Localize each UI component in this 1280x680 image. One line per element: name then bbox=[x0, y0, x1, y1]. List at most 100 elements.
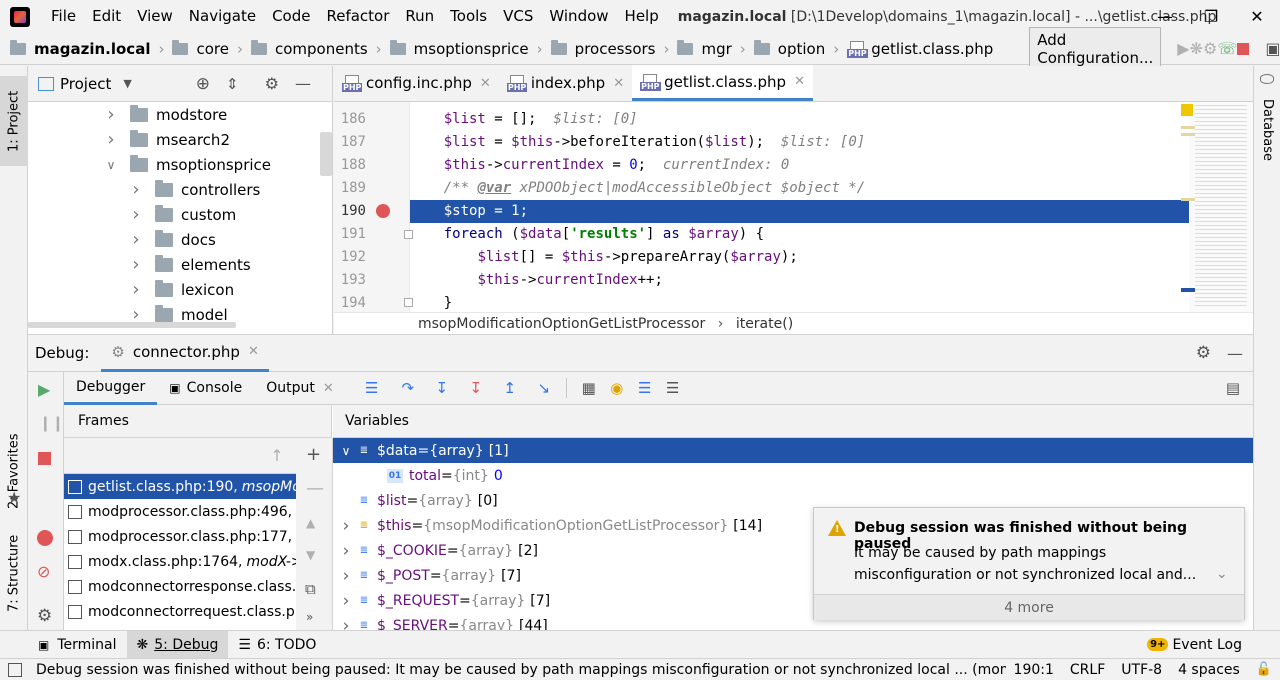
listen-debug-icon[interactable]: ☏ bbox=[1217, 35, 1237, 63]
tool-tab-project[interactable]: 1: Project bbox=[0, 76, 28, 166]
tool-tab-todo[interactable]: ☰ 6: TODO bbox=[228, 631, 326, 659]
run-to-cursor-icon[interactable]: ↘ bbox=[530, 376, 558, 400]
menu-code[interactable]: Code bbox=[265, 0, 319, 33]
tab-index-php[interactable]: index.php ✕ bbox=[499, 65, 632, 101]
chevron-right-icon[interactable]: › bbox=[129, 254, 143, 275]
view-breakpoints-icon[interactable] bbox=[37, 530, 53, 546]
menu-navigate[interactable]: Navigate bbox=[182, 0, 265, 33]
file-encoding[interactable]: UTF-8 bbox=[1113, 662, 1170, 678]
code-content[interactable]: $list = []; $list: [0] $list = $this->be… bbox=[410, 102, 1190, 312]
expand-chevron-icon[interactable]: ⌄ bbox=[1216, 566, 1228, 582]
remove-watch-icon[interactable]: — bbox=[306, 478, 324, 499]
tab-getlist-class-php[interactable]: getlist.class.php ✕ bbox=[632, 65, 813, 101]
terminal-toolbar-icon[interactable]: ▣ bbox=[1265, 35, 1280, 63]
menu-file[interactable]: File bbox=[44, 0, 85, 33]
layout-settings-icon[interactable]: ▤ bbox=[1219, 376, 1247, 400]
frames-list-icon[interactable]: ☰ bbox=[631, 376, 659, 400]
variable-row[interactable]: 01 total = {int} 0 bbox=[333, 463, 1253, 488]
arrow-up-icon[interactable]: ↑ bbox=[270, 446, 283, 465]
variable-row[interactable]: ∨ ≣ $data = {array} [1] bbox=[333, 438, 1253, 463]
tree-item-lexicon[interactable]: › lexicon bbox=[28, 277, 332, 302]
breadcrumb-class[interactable]: msopModificationOptionGetListProcessor bbox=[418, 316, 705, 332]
tab-console[interactable]: ▣ Console bbox=[157, 372, 254, 405]
close-tab-icon[interactable]: ✕ bbox=[794, 74, 805, 89]
frame-row[interactable]: getlist.class.php:190, msopModific bbox=[64, 474, 331, 499]
step-over-icon[interactable]: ↷ bbox=[394, 376, 422, 400]
chevron-right-icon[interactable]: › bbox=[335, 541, 357, 561]
evaluate-expression-icon[interactable]: ▦ bbox=[575, 376, 603, 400]
gear-icon[interactable]: ⚙ bbox=[265, 74, 279, 93]
crumb-components[interactable]: components › bbox=[250, 33, 390, 65]
tool-tab-structure[interactable]: 7: Structure bbox=[0, 526, 28, 621]
crumb-msoptionsprice[interactable]: msoptionsprice › bbox=[389, 33, 551, 65]
crumb-core[interactable]: core › bbox=[172, 33, 251, 65]
mute-breakpoints-icon[interactable]: ⊘ bbox=[37, 562, 50, 581]
tool-tab-debug[interactable]: ❋ 5: Debug bbox=[126, 630, 229, 659]
chevron-right-icon[interactable]: › bbox=[104, 129, 118, 150]
chevron-right-icon[interactable]: › bbox=[335, 516, 357, 536]
collapse-all-icon[interactable]: ⇕ bbox=[226, 75, 239, 93]
close-tab-icon[interactable]: ✕ bbox=[613, 76, 624, 91]
breadcrumb-method[interactable]: iterate() bbox=[736, 316, 793, 332]
hide-panel-icon[interactable]: — bbox=[1227, 344, 1243, 363]
move-down-icon[interactable]: ▼ bbox=[306, 548, 315, 562]
locate-target-icon[interactable]: ⊕ bbox=[196, 74, 210, 94]
tab-output[interactable]: Output ✕ bbox=[254, 372, 346, 405]
add-configuration-button[interactable]: Add Configuration... bbox=[1029, 26, 1162, 71]
hide-panel-icon[interactable]: — bbox=[295, 74, 311, 93]
resume-icon[interactable]: ▶​ bbox=[38, 380, 50, 399]
tree-scrollbar[interactable] bbox=[320, 132, 332, 176]
crumb-option[interactable]: option › bbox=[753, 33, 847, 65]
frame-row[interactable]: modconnectorrequest.class.php:8 bbox=[64, 599, 331, 624]
tree-horizontal-scrollbar[interactable] bbox=[28, 322, 236, 328]
chevron-right-icon[interactable]: › bbox=[335, 591, 357, 611]
chevron-right-icon[interactable]: › bbox=[335, 566, 357, 586]
stop-icon[interactable] bbox=[38, 452, 51, 465]
watch-icon[interactable]: ◉ bbox=[603, 376, 631, 400]
settings-icon[interactable]: ⚙ bbox=[37, 606, 52, 626]
project-panel-title[interactable]: Project bbox=[60, 75, 111, 93]
frame-row[interactable]: modx.class.php:1764, modX->run bbox=[64, 549, 331, 574]
chevron-down-icon[interactable]: ▼ bbox=[123, 77, 131, 90]
run-icon[interactable]: ▶ bbox=[1177, 35, 1189, 63]
tab-config-inc-php[interactable]: config.inc.php ✕ bbox=[334, 65, 499, 101]
step-into-icon[interactable]: ↧ bbox=[428, 376, 456, 400]
pause-icon[interactable]: ❙❙ bbox=[39, 414, 64, 432]
force-step-into-icon[interactable]: ↧ bbox=[462, 376, 490, 400]
chevron-down-icon[interactable]: ∨ bbox=[104, 158, 118, 172]
menu-tools[interactable]: Tools bbox=[443, 0, 496, 33]
gear-icon[interactable]: ⚙ bbox=[1196, 343, 1211, 363]
chevron-down-icon[interactable]: ∨ bbox=[335, 444, 357, 458]
stop-icon[interactable] bbox=[1237, 35, 1250, 63]
menu-run[interactable]: Run bbox=[398, 0, 443, 33]
tree-item-msoptionsprice[interactable]: ∨ msoptionsprice bbox=[28, 152, 332, 177]
breakpoint-icon[interactable] bbox=[376, 204, 390, 218]
tree-item-controllers[interactable]: › controllers bbox=[28, 177, 332, 202]
tree-item-msearch2[interactable]: › msearch2 bbox=[28, 127, 332, 152]
tab-debugger[interactable]: Debugger bbox=[64, 372, 158, 405]
notification-more-link[interactable]: 4 more bbox=[814, 594, 1244, 620]
code-minimap[interactable] bbox=[1181, 102, 1253, 312]
crumb-mgr[interactable]: mgr › bbox=[677, 33, 753, 65]
tree-item-elements[interactable]: › elements bbox=[28, 252, 332, 277]
close-tab-icon[interactable]: ✕ bbox=[323, 381, 334, 396]
crumb-project[interactable]: magazin.local › bbox=[10, 33, 172, 65]
chevron-right-icon[interactable]: › bbox=[129, 279, 143, 300]
tool-tab-terminal[interactable]: ▣ Terminal bbox=[28, 631, 127, 659]
add-watch-icon[interactable]: + bbox=[306, 444, 321, 465]
menu-help[interactable]: Help bbox=[618, 0, 668, 33]
step-out-icon[interactable]: ↥ bbox=[496, 376, 524, 400]
menu-refactor[interactable]: Refactor bbox=[319, 0, 398, 33]
restore-layout-icon[interactable]: ☰ bbox=[659, 376, 687, 400]
menu-edit[interactable]: Edit bbox=[85, 0, 130, 33]
frame-row[interactable]: modprocessor.class.php:177,mso bbox=[64, 524, 331, 549]
frame-row[interactable]: modconnectorresponse.class.php bbox=[64, 574, 331, 599]
chevron-right-icon[interactable]: › bbox=[129, 179, 143, 200]
crumb-file[interactable]: getlist.class.php bbox=[847, 33, 993, 65]
frame-row[interactable]: modprocessor.class.php:496,mso bbox=[64, 499, 331, 524]
close-tab-icon[interactable]: ✕ bbox=[248, 344, 259, 359]
show-execution-point-icon[interactable]: ☰ bbox=[358, 376, 386, 400]
status-message[interactable]: Debug session was finished without being… bbox=[28, 662, 1006, 678]
indent-setting[interactable]: 4 spaces bbox=[1170, 662, 1248, 678]
menu-view[interactable]: View bbox=[130, 0, 182, 33]
